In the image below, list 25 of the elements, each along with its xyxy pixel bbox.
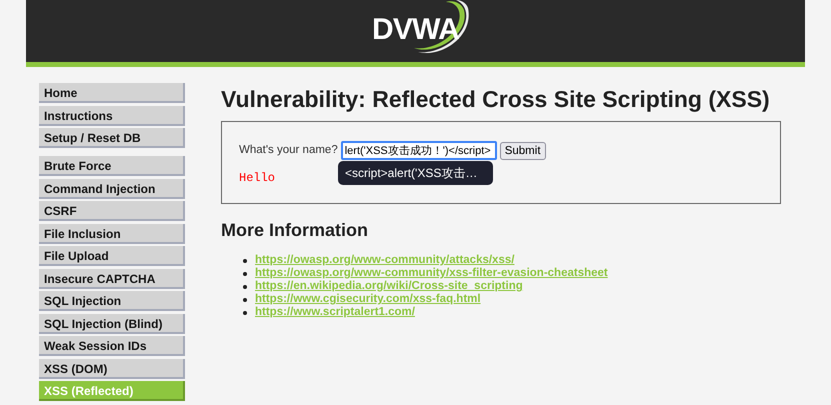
sidebar-item[interactable]: Command Injection [39,178,185,198]
hello-output: Hello [239,170,276,187]
page-title: Vulnerability: Reflected Cross Site Scripting (XSS) [221,85,771,113]
sidebar-item[interactable]: Brute Force [39,156,185,176]
submit-button[interactable]: Submit [500,142,546,160]
bullet-icon [243,284,247,288]
sidebar-item[interactable]: File Inclusion [39,224,185,244]
sidebar-item[interactable]: SQL Injection (Blind) [39,314,185,334]
sidebar-item[interactable]: SQL Injection [39,291,185,311]
sidebar-item[interactable]: File Upload [39,246,185,266]
sidebar-item[interactable]: XSS (DOM) [39,358,185,378]
bullet-icon [243,310,247,314]
autocomplete-popup[interactable]: <script>alert('XSS攻击… [338,161,493,185]
name-input-field[interactable]: lert('XSS攻击成功！')</script> [340,141,497,160]
sidebar-item[interactable]: CSRF [39,201,185,221]
bullet-icon [243,258,247,262]
sidebar-item[interactable]: Instructions [39,106,185,126]
sidebar-item[interactable]: Home [39,83,185,103]
section-heading: More Information [221,219,369,242]
bullet-icon [243,298,247,302]
bullet-icon [243,272,247,276]
sidebar-item[interactable]: Weak Session IDs [39,336,185,356]
sidebar-item[interactable]: Setup / Reset DB [39,128,185,148]
name-label: What's your name? [239,142,338,158]
sidebar-item[interactable]: Insecure CAPTCHA [39,268,185,288]
